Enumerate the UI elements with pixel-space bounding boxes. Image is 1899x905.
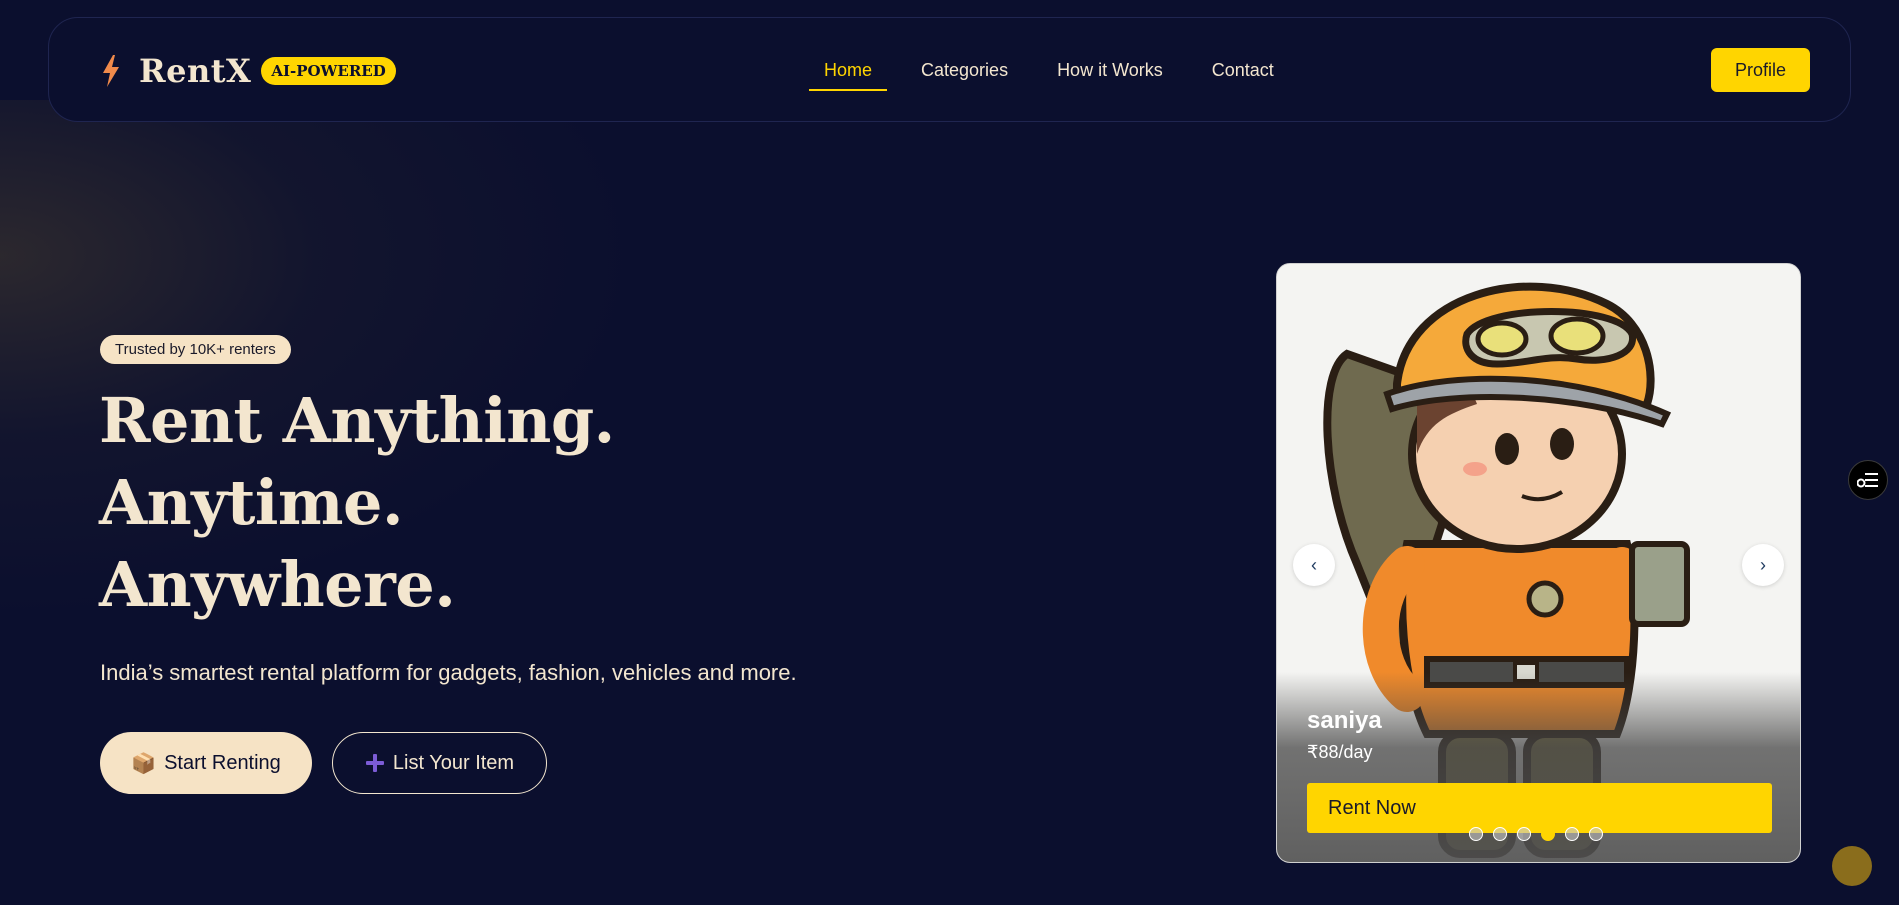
headline-line-3: Anywhere. (99, 548, 456, 621)
lightning-bolt-icon (103, 55, 119, 87)
carousel-indicators (1469, 827, 1613, 841)
carousel-prev-button[interactable]: ‹ (1293, 544, 1335, 586)
product-carousel-card: ‹ › saniya ₹88/day Rent Now (1276, 263, 1801, 863)
trusted-badge: Trusted by 10K+ renters (100, 335, 291, 364)
package-icon: 📦 (131, 752, 157, 775)
nav-contact[interactable]: Contact (1197, 52, 1289, 91)
carousel-dot[interactable] (1517, 827, 1531, 841)
headline-line-1: Rent Anything. (99, 384, 615, 457)
start-renting-label: Start Renting (164, 751, 281, 774)
carousel-dot[interactable] (1565, 827, 1579, 841)
carousel-dot[interactable] (1589, 827, 1603, 841)
item-price: ₹88/day (1307, 742, 1373, 762)
plus-icon (365, 753, 385, 773)
carousel-dot[interactable] (1493, 827, 1507, 841)
hero-subtitle: India’s smartest rental platform for gad… (100, 660, 797, 685)
chat-bubble-button[interactable] (1832, 846, 1872, 886)
ai-powered-badge: AI-POWERED (261, 57, 396, 85)
carousel-dot[interactable] (1469, 827, 1483, 841)
nav-home[interactable]: Home (809, 52, 888, 91)
top-navbar: RentX AI-POWERED Home Categories How it … (48, 17, 1851, 122)
list-item-label: List Your Item (392, 751, 515, 774)
start-renting-button[interactable]: 📦 Start Renting (100, 732, 312, 794)
carousel-dot-active[interactable] (1541, 827, 1555, 841)
headline-line-2: Anytime. (99, 466, 404, 539)
list-item-button[interactable]: List Your Item (332, 732, 547, 794)
brand-name: RentX (139, 52, 252, 90)
hero-headline: Rent Anything. Anytime. Anywhere. (99, 380, 615, 626)
settings-toggle-widget[interactable] (1848, 460, 1888, 500)
rent-now-button[interactable]: Rent Now (1307, 783, 1772, 833)
nav-categories[interactable]: Categories (906, 52, 1023, 91)
main-nav: Home Categories How it Works Contact (809, 52, 1308, 91)
carousel-next-button[interactable]: › (1742, 544, 1784, 586)
logo[interactable]: RentX AI-POWERED (101, 52, 396, 90)
sliders-icon (1857, 473, 1878, 488)
profile-button[interactable]: Profile (1711, 48, 1810, 92)
item-name: saniya (1307, 707, 1382, 734)
nav-how-it-works[interactable]: How it Works (1042, 52, 1178, 91)
